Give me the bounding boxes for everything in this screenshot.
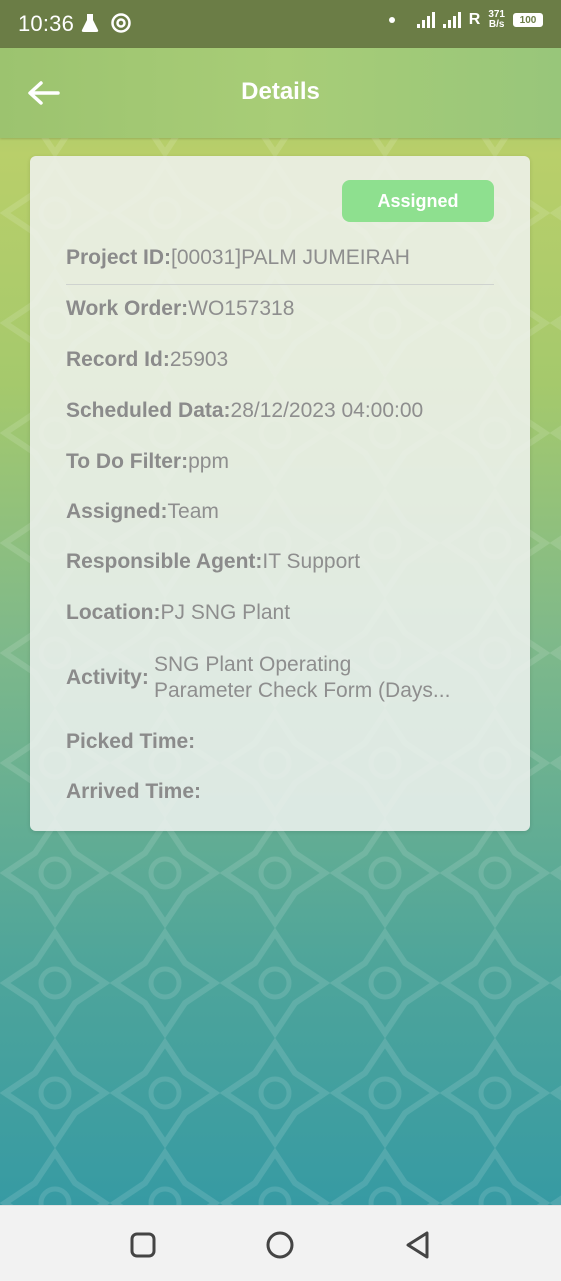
flask-icon <box>81 14 99 32</box>
signal-icon-2 <box>442 12 461 28</box>
roaming-indicator: R <box>468 11 481 28</box>
activity-value: SNG Plant Operating Parameter Check Form… <box>154 652 494 704</box>
status-left-icons <box>80 12 132 34</box>
recent-apps-icon[interactable] <box>126 1228 160 1262</box>
location-value: PJ SNG Plant <box>160 601 291 624</box>
activity-label: Activity: <box>66 666 149 689</box>
divider <box>66 284 494 285</box>
agent-value: IT Support <box>262 550 361 573</box>
project-id-row: Project ID:[00031]PALM JUMEIRAH <box>66 246 410 270</box>
status-bar: 10:36 R 371 B/s 100 <box>0 0 561 48</box>
record-id-value: 25903 <box>169 348 229 371</box>
todo-filter-label: To Do Filter: <box>66 450 189 473</box>
work-order-row: Work Order:WO157318 <box>66 297 294 321</box>
picked-time-label: Picked Time: <box>66 730 196 753</box>
network-speed: 371 B/s <box>488 10 505 30</box>
app-bar: Details <box>0 48 561 138</box>
network-speed-unit: B/s <box>488 19 505 30</box>
assigned-label: Assigned: <box>66 500 168 523</box>
home-icon[interactable] <box>263 1228 297 1262</box>
status-badge: Assigned <box>342 180 494 222</box>
signal-icon <box>416 12 435 28</box>
status-time: 10:36 <box>18 11 75 36</box>
notification-dot-icon <box>388 17 395 23</box>
arrived-time-row: Arrived Time: <box>66 780 201 804</box>
project-id-value: [00031]PALM JUMEIRAH <box>171 246 410 269</box>
agent-label: Responsible Agent: <box>66 550 263 573</box>
record-id-label: Record Id: <box>66 348 170 371</box>
project-id-label: Project ID: <box>66 246 172 269</box>
battery-icon: 100 <box>513 13 543 27</box>
todo-filter-row: To Do Filter:ppm <box>66 450 229 474</box>
arrived-time-label: Arrived Time: <box>66 780 201 803</box>
work-order-value: WO157318 <box>188 297 295 320</box>
assigned-row: Assigned:Team <box>66 500 219 524</box>
scheduled-row: Scheduled Data:28/12/2023 04:00:00 <box>66 399 423 423</box>
nav-back-icon[interactable] <box>401 1228 435 1262</box>
sync-icon <box>111 13 131 33</box>
agent-row: Responsible Agent:IT Support <box>66 550 360 574</box>
page-title: Details <box>241 78 320 105</box>
location-row: Location:PJ SNG Plant <box>66 601 290 625</box>
assigned-value: Team <box>167 500 219 523</box>
activity-value-line2: Parameter Check Form (Days... <box>154 679 451 702</box>
picked-time-row: Picked Time: <box>66 730 195 754</box>
record-id-row: Record Id:25903 <box>66 348 228 372</box>
scheduled-value: 28/12/2023 04:00:00 <box>230 399 424 422</box>
status-right-icons: R 371 B/s 100 <box>388 10 543 30</box>
system-nav-bar <box>0 1205 561 1281</box>
location-label: Location: <box>66 601 161 624</box>
details-card: Assigned Project ID:[00031]PALM JUMEIRAH… <box>30 156 530 831</box>
work-order-label: Work Order: <box>66 297 189 320</box>
scheduled-label: Scheduled Data: <box>66 399 231 422</box>
todo-filter-value: ppm <box>188 450 229 473</box>
activity-value-line1: SNG Plant Operating <box>154 653 352 676</box>
